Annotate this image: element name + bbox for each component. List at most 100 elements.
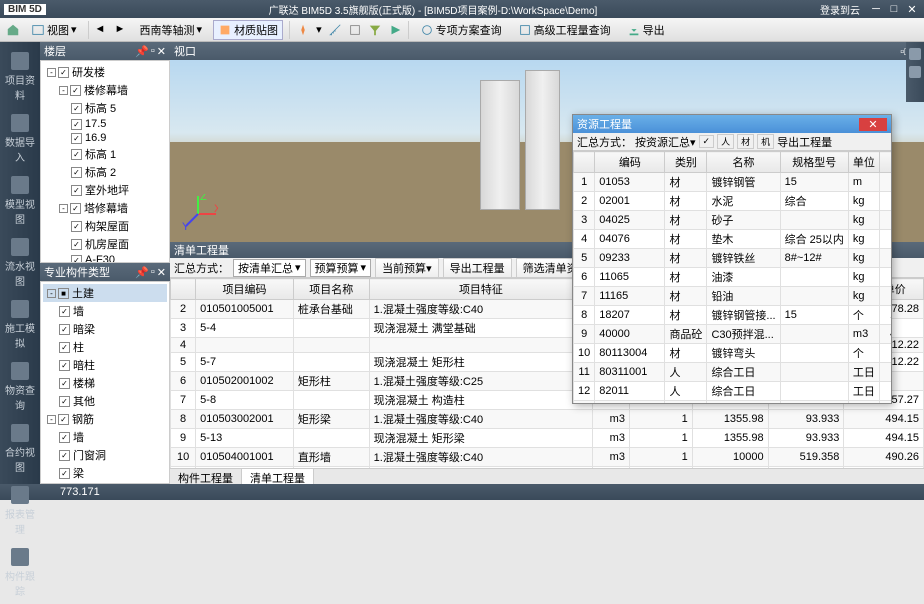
tree-node[interactable]: ✓其他 — [43, 392, 167, 410]
view-menu[interactable]: 视图▾ — [26, 20, 82, 40]
leftbar-item[interactable]: 项目资料 — [0, 46, 40, 108]
tree-node[interactable]: ✓暗柱 — [43, 356, 167, 374]
tree-node[interactable]: -✓研发楼 — [43, 63, 167, 81]
table-row[interactable]: 940000商品砼C30预拌混...m34831.7134101981002.3… — [574, 325, 892, 344]
resource-summary-select[interactable]: 按资源汇总▾ — [635, 134, 696, 150]
resource-window[interactable]: 资源工程量 ✕ 汇总方式： 按资源汇总▾ ✓ 人 材 机 导出工程量 编码类别名… — [572, 114, 892, 404]
table-row[interactable]: 1282011人综合工日工日147.09132.534784.88 — [574, 382, 892, 401]
leftbar-item[interactable]: 数据导入 — [0, 108, 40, 170]
tree-node[interactable]: ✓柱 — [43, 338, 167, 356]
tree-node[interactable]: ✓墙 — [43, 428, 167, 446]
dock-icon[interactable]: ▫ — [151, 266, 155, 279]
pin-icon[interactable]: 📌 — [135, 45, 149, 58]
view-direction-select[interactable]: 西南等轴测▾ — [135, 20, 208, 40]
tree-node[interactable]: -✓钢筋 — [43, 410, 167, 428]
type-panel-header: 专业构件类型 📌▫✕ — [40, 263, 170, 281]
panel-icon[interactable] — [909, 66, 921, 78]
leftbar-item[interactable]: 构件跟踪 — [0, 542, 40, 604]
chip-all[interactable]: ✓ — [699, 135, 715, 148]
tree-node[interactable]: -■土建 — [43, 284, 167, 302]
tab-bill-qty[interactable]: 清单工程量 — [242, 469, 314, 484]
table-row[interactable]: 1382013人其它人工费元67.628167.63 — [574, 401, 892, 404]
chip-machine[interactable]: 机 — [757, 134, 774, 149]
pin-icon[interactable] — [296, 23, 310, 37]
window-title: 广联达 BIM5D 3.5旗舰版(正式版) - [BIM5D项目案例-D:\Wo… — [46, 2, 820, 17]
table-row[interactable]: 711165材铅油kg19.4434.6790.8 — [574, 287, 892, 306]
tree-node[interactable]: -✓塔修幕墙 — [43, 199, 167, 217]
leftbar-item[interactable]: 流水视图 — [0, 232, 40, 294]
resource-toolbar: 汇总方式： 按资源汇总▾ ✓ 人 材 机 导出工程量 — [573, 133, 891, 151]
maximize-button[interactable]: □ — [886, 3, 902, 16]
tree-node[interactable]: -✓楼修幕墙 — [43, 81, 167, 99]
back-icon[interactable]: ◄ — [95, 23, 109, 37]
current-budget-button[interactable]: 当前预算▾ — [375, 258, 439, 278]
table-row[interactable]: 818207材镀锌钢管接...15个1383.8410.52719.6 — [574, 306, 892, 325]
export-quantity-button[interactable]: 导出工程量 — [443, 258, 512, 278]
resource-export-button[interactable]: 导出工程量 — [777, 134, 832, 150]
table-row[interactable]: 101053材镀锌钢管15m862.2593.993440.41 — [574, 173, 892, 192]
chip-material[interactable]: 材 — [737, 134, 754, 149]
table-row[interactable]: 1180311001人综合工日工日14.5644806990.72 — [574, 363, 892, 382]
summary-mode-select[interactable]: 按清单汇总▾ — [233, 259, 306, 277]
tab-component-qty[interactable]: 构件工程量 — [170, 469, 242, 484]
leftbar-item[interactable]: 模型视图 — [0, 170, 40, 232]
floor-tree[interactable]: -✓研发楼-✓楼修幕墙✓标高 5✓17.5✓16.9✓标高 1✓标高 2✓室外地… — [40, 60, 170, 263]
panel-icon[interactable] — [909, 48, 921, 60]
minimize-button[interactable]: ─ — [868, 3, 884, 16]
export-button[interactable]: 导出 — [622, 20, 670, 40]
tree-node[interactable]: ✓标高 1 — [43, 145, 167, 163]
close-icon[interactable]: ✕ — [157, 266, 166, 279]
tree-node[interactable]: ✓梁 — [43, 464, 167, 482]
tree-node[interactable]: ✓标高 5 — [43, 99, 167, 117]
table-row[interactable]: 95-13现浇混凝土 矩形梁m311355.9893.933494.15 — [171, 429, 924, 448]
window-buttons: ─ □ ✕ — [868, 3, 920, 16]
dock-icon[interactable]: ▫ — [151, 45, 155, 58]
resource-window-title[interactable]: 资源工程量 ✕ — [573, 115, 891, 133]
tree-node[interactable]: ✓室外地坪 — [43, 181, 167, 199]
material-texture-button[interactable]: 材质贴图 — [213, 20, 283, 40]
tree-node[interactable]: ✓16.9 — [43, 131, 167, 145]
tree-node[interactable]: ✓A-F30 — [43, 253, 167, 263]
tree-node[interactable]: ✓墙 — [43, 302, 167, 320]
bill-table-footer-tabs: 构件工程量 清单工程量 — [170, 468, 924, 484]
leftbar-item[interactable]: 物资查询 — [0, 356, 40, 418]
table-row[interactable]: 202001材水泥综合kg113.2770.3741.91 — [574, 192, 892, 211]
close-icon[interactable]: ✕ — [157, 45, 166, 58]
table-row[interactable]: 1080113004材镀锌弯头个341.7320.196899.52 — [574, 344, 892, 363]
measure-icon[interactable] — [328, 23, 342, 37]
leftbar-item[interactable]: 合约视图 — [0, 418, 40, 480]
table-row[interactable]: 611065材油漆kg11.8357.386.39 — [574, 268, 892, 287]
leftbar-item[interactable]: 报表管理 — [0, 480, 40, 542]
tree-node[interactable]: ✓机房屋面 — [43, 235, 167, 253]
table-row[interactable]: 404076材垫木综合 25以内kg262.0590.45117.93 — [574, 230, 892, 249]
table-row[interactable]: 509233材镀锌铁丝8#~12#kg11.8353.8545.56 — [574, 249, 892, 268]
pin-icon[interactable]: 📌 — [135, 266, 149, 279]
tree-node[interactable]: ✓楼梯 — [43, 374, 167, 392]
axis-gizmo[interactable]: X Z Y — [178, 194, 218, 234]
tree-node[interactable]: ✓构架屋面 — [43, 217, 167, 235]
table-row[interactable]: 10010504001001直形墙1.混凝土强度等级:C40m311000051… — [171, 448, 924, 467]
right-collapsed-panel[interactable] — [906, 42, 924, 102]
tree-node[interactable]: ✓17.5 — [43, 117, 167, 131]
leftbar-item[interactable]: 施工模拟 — [0, 294, 40, 356]
tree-node[interactable]: ✓柱 — [43, 482, 167, 484]
close-button[interactable]: ✕ — [859, 118, 887, 131]
table-row[interactable]: 304025材砂子kg683.0440.0427.32 — [574, 211, 892, 230]
section-icon[interactable] — [348, 23, 362, 37]
filter-icon[interactable] — [368, 23, 382, 37]
special-plan-query-button[interactable]: 专项方案查询 — [415, 20, 507, 40]
table-row[interactable]: 8010503002001矩形梁1.混凝土强度等级:C40m311355.989… — [171, 410, 924, 429]
tree-node[interactable]: ✓标高 2 — [43, 163, 167, 181]
home-icon[interactable] — [6, 23, 20, 37]
tree-node[interactable]: ✓门窗洞 — [43, 446, 167, 464]
advanced-query-button[interactable]: 高级工程量查询 — [513, 20, 616, 40]
user-login[interactable]: 登录到云 — [820, 2, 860, 17]
resource-table-grid[interactable]: 编码类别名称规格型号单位工程量单价合价(元)101053材镀锌钢管15m862.… — [573, 151, 891, 403]
play-icon[interactable] — [388, 23, 402, 37]
close-button[interactable]: ✕ — [904, 3, 920, 16]
tree-node[interactable]: ✓暗梁 — [43, 320, 167, 338]
type-tree[interactable]: -■土建✓墙✓暗梁✓柱✓暗柱✓楼梯✓其他-✓钢筋✓墙✓门窗洞✓梁✓柱✓暗柱✓其他… — [40, 281, 170, 484]
chip-labor[interactable]: 人 — [717, 134, 734, 149]
forward-icon[interactable]: ► — [115, 23, 129, 37]
budget-select[interactable]: 预算预算▾ — [310, 259, 372, 277]
